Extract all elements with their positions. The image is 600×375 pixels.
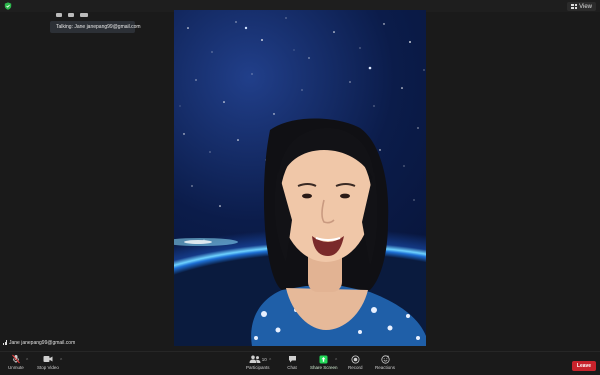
signal-icon — [3, 340, 7, 345]
participant-name-tag: Jane janepang99@gmail.com — [0, 338, 79, 347]
mini-view-control[interactable] — [68, 13, 74, 17]
record-icon — [349, 354, 361, 364]
record-button[interactable]: Record — [348, 354, 363, 370]
microphone-muted-icon — [10, 354, 22, 364]
mini-minimize-control[interactable] — [56, 13, 62, 17]
stop-video-button[interactable]: Stop Video — [37, 354, 59, 370]
grid-view-icon — [571, 4, 578, 9]
reactions-label: Reactions — [375, 365, 396, 370]
talking-indicator: Talking: Jane janepang99@gmail.com — [50, 21, 141, 33]
participants-options-chevron-icon[interactable]: ⌃ — [268, 358, 272, 364]
participants-label: Participants — [246, 365, 270, 370]
zoom-meeting-window: View Talking: Jane janepang99@gmail.com — [0, 0, 600, 375]
stop-video-label: Stop Video — [37, 365, 59, 370]
chat-label: Chat — [287, 365, 297, 370]
share-screen-icon — [318, 354, 330, 364]
participant-figure — [251, 118, 426, 346]
video-camera-icon — [42, 354, 54, 364]
unmute-label: Unmute — [8, 365, 24, 370]
share-screen-label: Share Screen — [310, 365, 338, 370]
reactions-icon — [379, 354, 391, 364]
meeting-toolbar: Unmute ⌃ Stop Video ⌃ 10 Participants ⌃ … — [0, 351, 600, 375]
leave-button[interactable]: Leave — [572, 361, 596, 371]
mini-menu-control[interactable] — [80, 13, 88, 17]
floating-mini-controls — [50, 9, 135, 21]
participants-icon-wrap: 10 — [247, 354, 269, 364]
video-options-chevron-icon[interactable]: ⌃ — [59, 358, 63, 364]
chat-icon — [286, 354, 298, 364]
active-speaker-video[interactable] — [174, 10, 426, 346]
audio-options-chevron-icon[interactable]: ⌃ — [25, 358, 29, 364]
view-label: View — [579, 3, 592, 10]
shield-icon[interactable] — [4, 2, 12, 10]
participants-icon — [249, 355, 261, 363]
share-options-chevron-icon[interactable]: ⌃ — [334, 358, 338, 364]
participants-button[interactable]: 10 Participants — [246, 354, 270, 370]
participants-count: 10 — [261, 356, 267, 362]
participant-name: Jane janepang99@gmail.com — [9, 339, 76, 346]
reactions-button[interactable]: Reactions — [375, 354, 395, 370]
record-label: Record — [348, 365, 363, 370]
unmute-button[interactable]: Unmute — [8, 354, 24, 370]
chat-button[interactable]: Chat — [286, 354, 298, 370]
view-button[interactable]: View — [567, 2, 596, 11]
